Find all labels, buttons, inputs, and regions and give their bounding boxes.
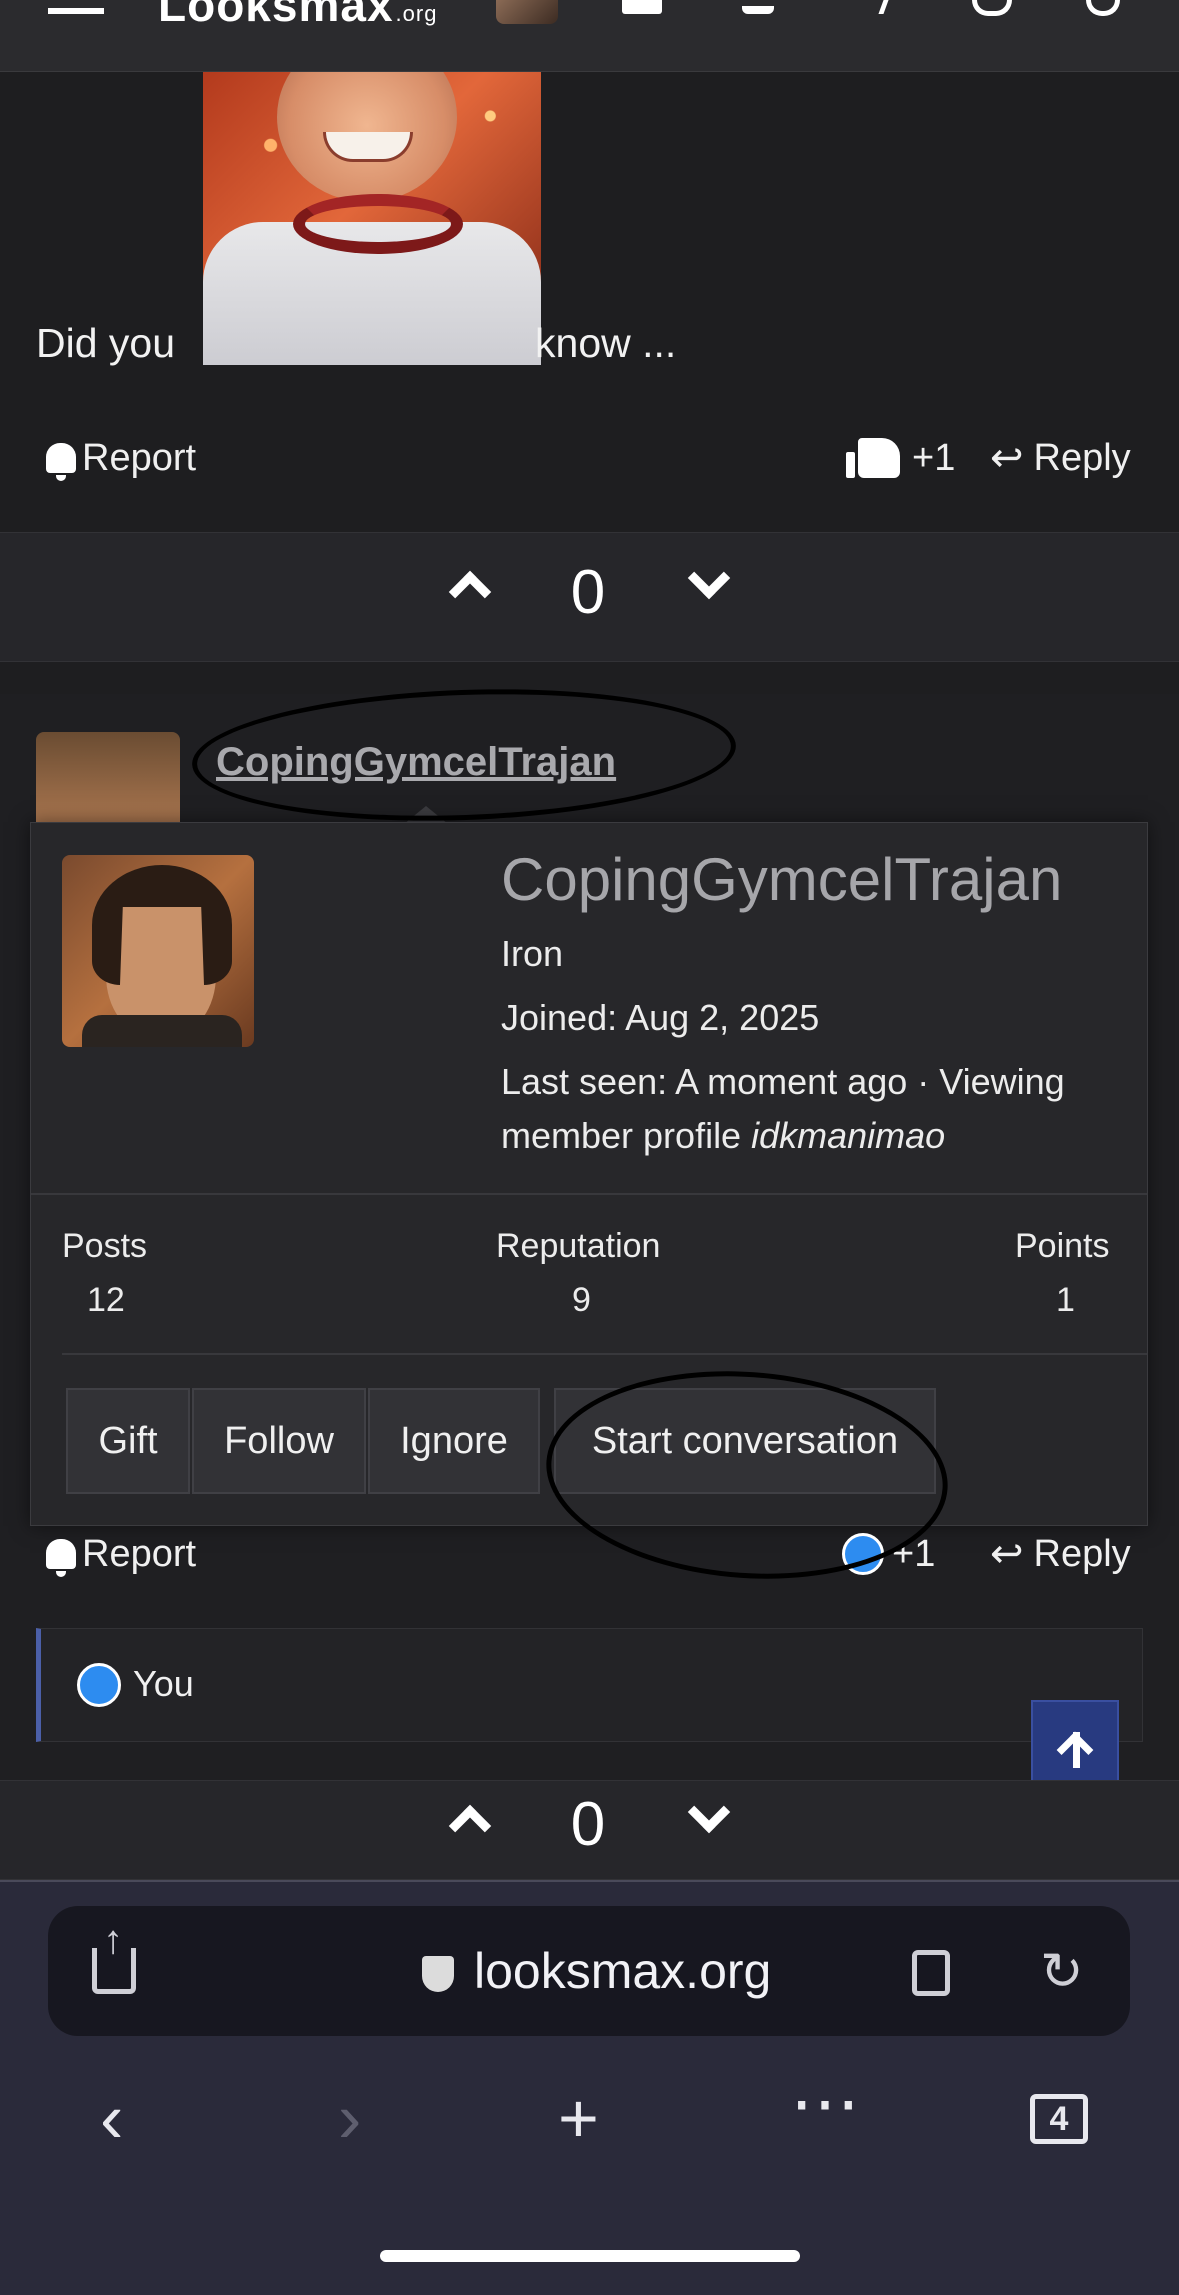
reply-button[interactable]: ↩ Reply [990, 428, 1131, 488]
tabs-button[interactable]: 4 [1030, 2094, 1088, 2144]
like-button[interactable]: +1 [846, 428, 955, 488]
menu-icon[interactable] [48, 8, 104, 18]
downvote-icon[interactable] [687, 1790, 731, 1834]
like-reaction-icon [77, 1663, 121, 1707]
vote-bar: 0 [0, 532, 1179, 662]
url-text[interactable]: looksmax.org [474, 1942, 771, 2000]
reactions-list: You [133, 1663, 194, 1704]
post-actions: Report +1 ↩ Reply [0, 1524, 1179, 1584]
divider [62, 1353, 1147, 1355]
new-tab-icon[interactable]: + [558, 2078, 599, 2158]
report-button[interactable]: Report [46, 428, 196, 488]
upvote-icon[interactable] [448, 1804, 492, 1848]
upvote-icon[interactable] [448, 570, 492, 614]
post-actions: Report +1 ↩ Reply [0, 428, 1179, 488]
stat-points-value[interactable]: 1 [1056, 1281, 1075, 1320]
site-logo[interactable]: Looksmax.org [158, 0, 437, 32]
report-button[interactable]: Report [46, 1524, 196, 1584]
activity-target-link[interactable]: idkmanimao [751, 1115, 945, 1156]
bell-icon [46, 1539, 76, 1577]
browser-toolbar: looksmax.org ↻ ‹ › + ⋯ 4 [0, 1880, 1179, 2295]
reader-mode-icon[interactable] [912, 1950, 950, 1996]
downvote-icon[interactable] [687, 556, 731, 600]
more-icon[interactable]: ⋯ [790, 2062, 860, 2144]
member-last-seen: Last seen: A moment ago · Viewing [501, 1061, 1065, 1102]
post-body-text: Did you know ... [36, 320, 677, 366]
scroll-to-top-button[interactable] [1031, 1700, 1119, 1790]
member-rank: Iron [501, 933, 564, 974]
share-icon[interactable] [92, 1918, 136, 1994]
reply-icon: ↩ [990, 436, 1024, 480]
post-author-avatar[interactable] [36, 732, 180, 832]
follow-button[interactable]: Follow [192, 1388, 366, 1494]
vote-bar: 0 [0, 1780, 1179, 1880]
stat-reputation-value[interactable]: 9 [572, 1281, 591, 1320]
vote-count: 0 [570, 558, 606, 627]
member-activity: member profile idkmanimao [501, 1115, 946, 1156]
chat-icon[interactable] [972, 0, 1012, 16]
stat-posts-value[interactable]: 12 [87, 1281, 125, 1320]
address-bar[interactable]: looksmax.org ↻ [48, 1906, 1130, 2036]
search-icon[interactable] [1086, 0, 1120, 16]
inbox-icon[interactable] [622, 0, 662, 14]
bell-icon[interactable] [742, 0, 774, 14]
reactions-bar[interactable]: You [36, 1628, 1143, 1742]
gift-button[interactable]: Gift [66, 1388, 190, 1494]
stat-reputation-label: Reputation [496, 1227, 661, 1265]
user-avatar[interactable] [496, 0, 558, 24]
back-icon[interactable]: ‹ [100, 2078, 123, 2158]
stat-points-label: Points [1015, 1227, 1110, 1265]
ignore-button[interactable]: Ignore [368, 1388, 540, 1494]
member-avatar[interactable] [62, 855, 254, 1047]
home-indicator[interactable] [380, 2250, 800, 2262]
lightning-icon[interactable] [867, 0, 889, 14]
stat-posts-label: Posts [62, 1227, 148, 1265]
reply-icon: ↩ [990, 1532, 1024, 1576]
shield-icon [422, 1956, 454, 1992]
vote-count: 0 [570, 1790, 606, 1859]
member-card-header: CopingGymcelTrajan Iron Joined: Aug 2, 2… [31, 823, 1147, 1195]
bell-icon [46, 443, 76, 481]
thumbs-up-icon [846, 438, 900, 478]
member-name[interactable]: CopingGymcelTrajan [501, 845, 1062, 914]
reply-button[interactable]: ↩ Reply [990, 1524, 1131, 1584]
reload-icon[interactable]: ↻ [1040, 1942, 1084, 2002]
member-joined: Joined: Aug 2, 2025 [501, 997, 820, 1038]
forward-icon[interactable]: › [338, 2078, 361, 2158]
top-navbar: Looksmax.org [0, 0, 1179, 72]
